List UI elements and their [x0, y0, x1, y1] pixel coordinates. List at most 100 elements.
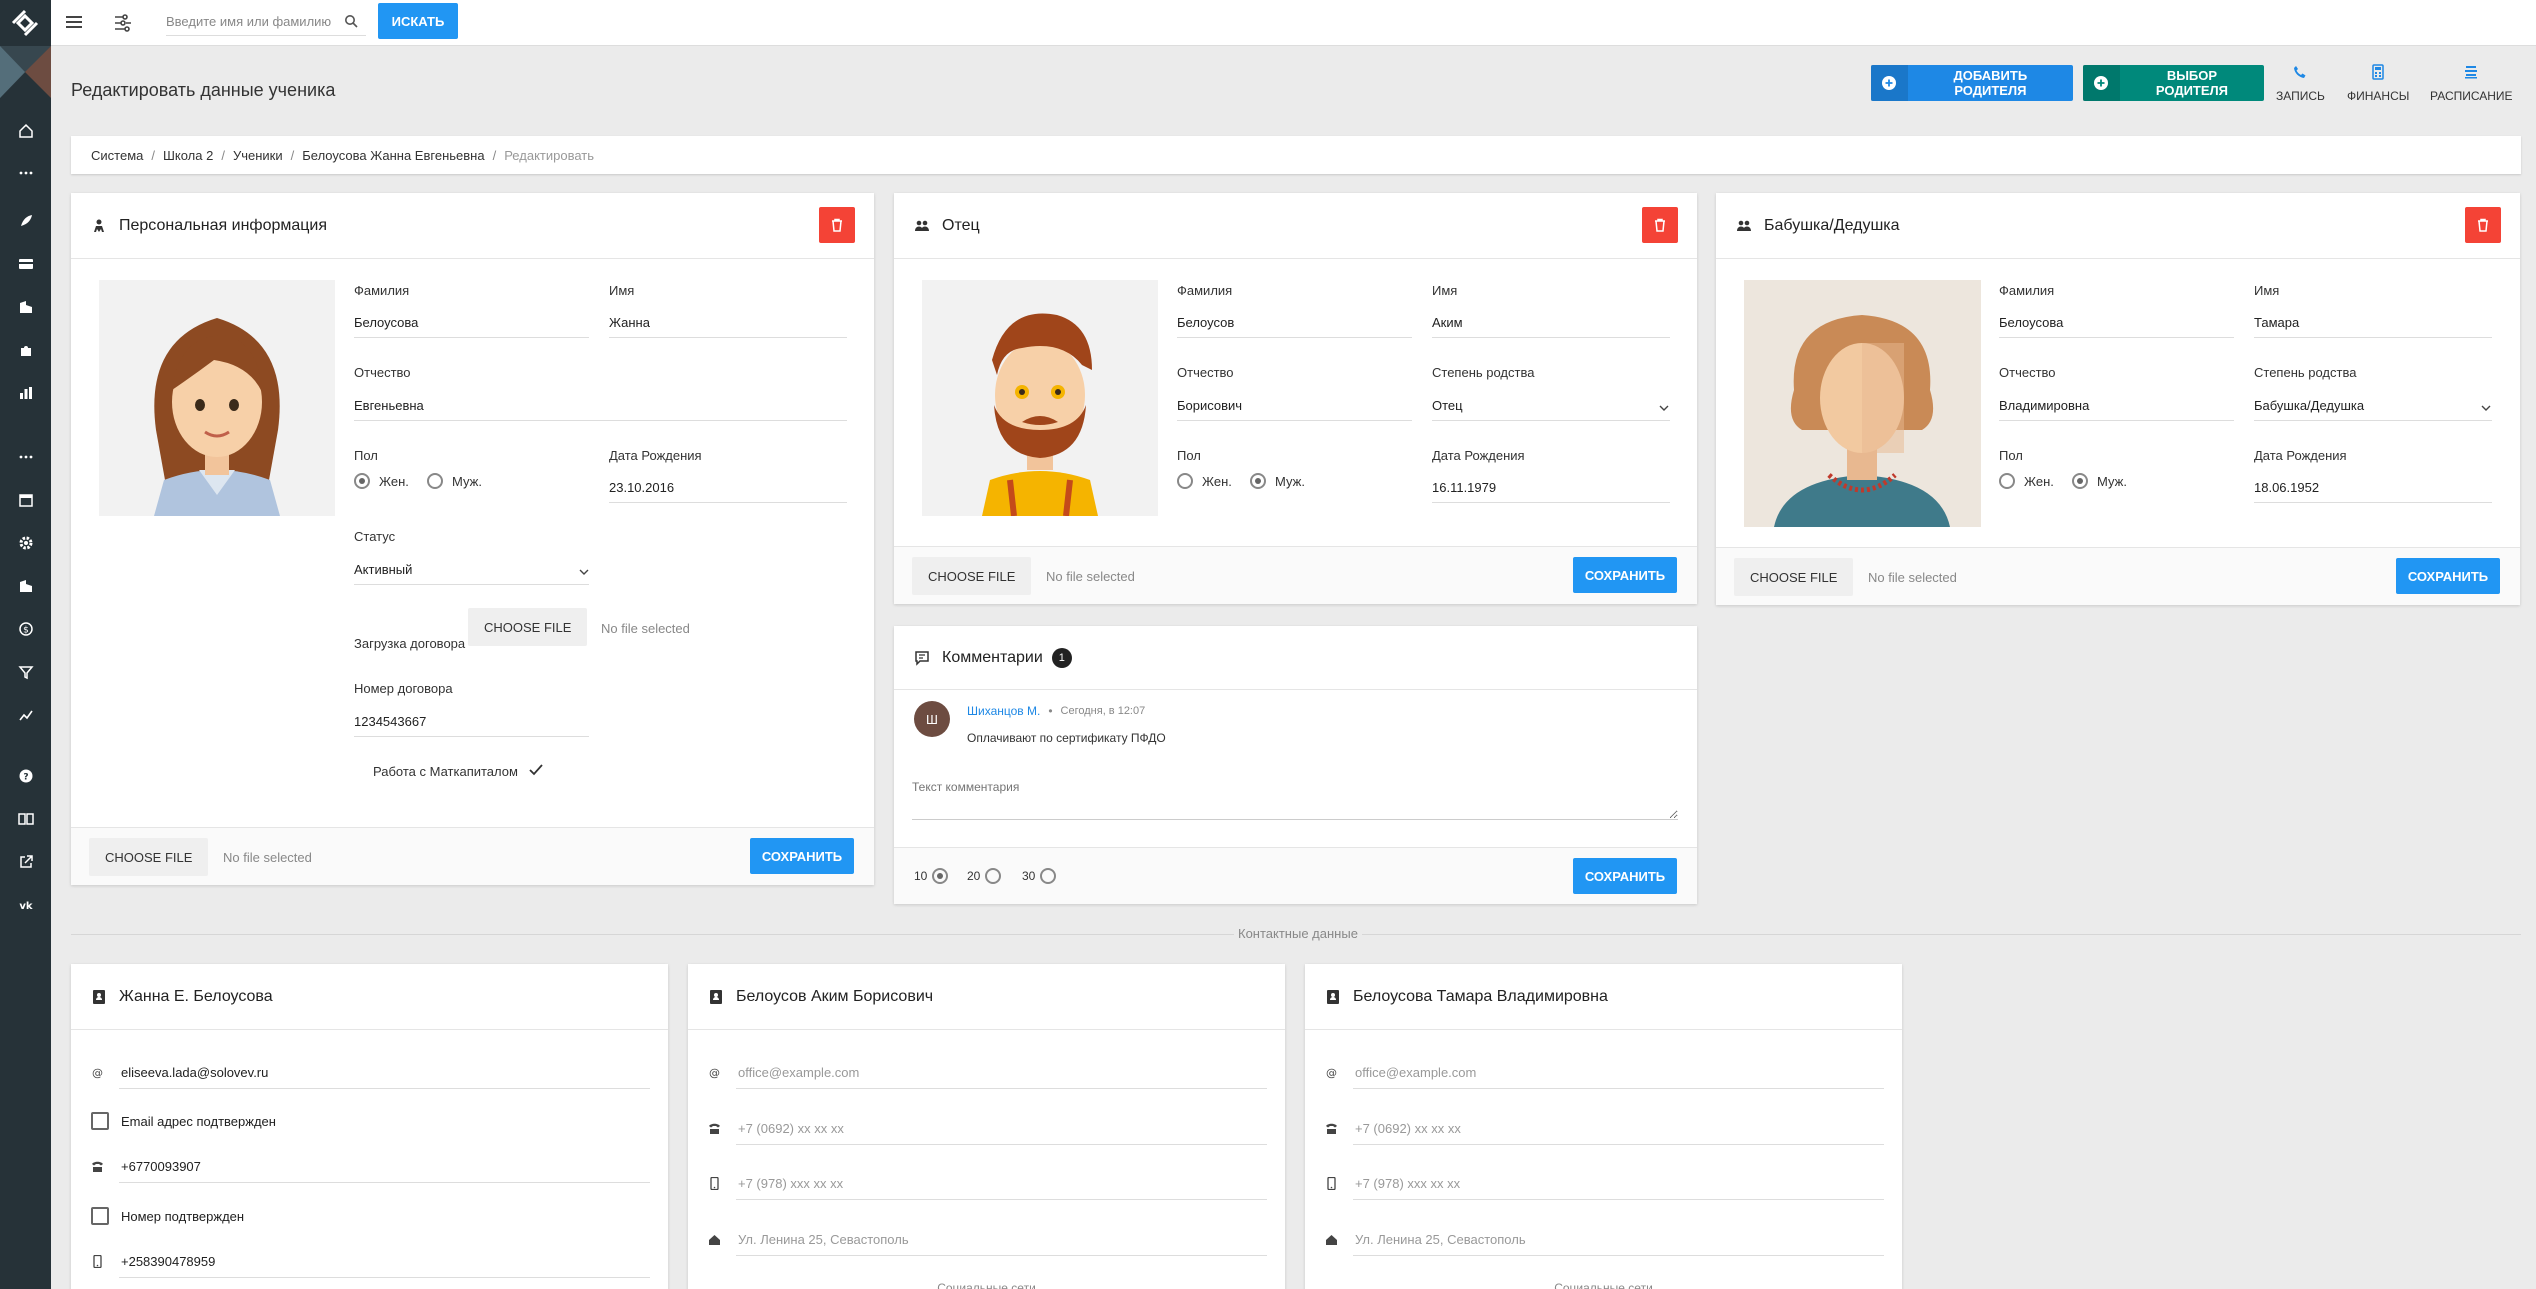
- father-surname-field[interactable]: Белоусов: [1177, 312, 1412, 338]
- grandparent-birth-field[interactable]: 18.06.1952: [2254, 477, 2492, 503]
- email-confirmed-checkbox[interactable]: Email адрес подтвержден: [91, 1112, 276, 1130]
- father-patronymic-label: Отчество: [1177, 365, 1234, 380]
- gender-label: Пол: [354, 448, 378, 463]
- sidebar-item-more[interactable]: [0, 158, 51, 188]
- father-save-button[interactable]: СОХРАНИТЬ: [1573, 557, 1677, 593]
- contract-upload-label: Загрузка договора: [354, 636, 466, 651]
- schedule-icon: [2465, 66, 2478, 79]
- svg-text:@: @: [92, 1067, 103, 1080]
- breadcrumb-school[interactable]: Школа 2: [163, 148, 213, 163]
- finance-link[interactable]: ФИНАНСЫ: [2347, 64, 2409, 103]
- personal-choose-file-button[interactable]: CHOOSE FILE: [89, 838, 209, 876]
- comment-author[interactable]: Шиханцов М.: [967, 704, 1040, 718]
- app-logo[interactable]: [0, 0, 51, 46]
- grandparent-relation-select[interactable]: Бабушка/Дедушка: [2254, 395, 2492, 421]
- father-email-placeholder: office@example.com: [738, 1065, 860, 1080]
- grandparent-choose-file-button[interactable]: CHOOSE FILE: [1734, 558, 1854, 596]
- surname-field[interactable]: Белоусова: [354, 312, 589, 338]
- breadcrumb-students[interactable]: Ученики: [233, 148, 283, 163]
- grandparent-gender-male-radio[interactable]: Муж.: [2072, 473, 2127, 489]
- breadcrumb-system[interactable]: Система: [91, 148, 143, 163]
- page-size-10[interactable]: 10: [914, 868, 957, 884]
- sidebar-item-school[interactable]: [0, 571, 51, 601]
- sidebar-item-trend[interactable]: [0, 700, 51, 730]
- search-button[interactable]: ИСКАТЬ: [378, 3, 458, 39]
- sidebar-item-buildings[interactable]: [0, 292, 51, 322]
- delete-student-button[interactable]: [819, 207, 855, 243]
- sidebar-item-vk[interactable]: vk: [0, 890, 51, 920]
- sidebar-item-feather[interactable]: [0, 206, 51, 236]
- grandparent-gender-female-radio[interactable]: Жен.: [1999, 473, 2054, 489]
- add-circle-icon: [2094, 76, 2109, 90]
- sidebar-item-book[interactable]: [0, 804, 51, 834]
- grandparent-phone-row[interactable]: +7 (0692) xx xx xx: [1325, 1121, 1461, 1136]
- sidebar-item-more-2[interactable]: [0, 442, 51, 472]
- checkmark-icon[interactable]: [528, 763, 544, 777]
- delete-grandparent-button[interactable]: [2465, 207, 2501, 243]
- comment-save-button[interactable]: СОХРАНИТЬ: [1573, 858, 1677, 894]
- sidebar-item-card[interactable]: [0, 249, 51, 279]
- choose-parent-button[interactable]: ВЫБОР РОДИТЕЛЯ: [2083, 65, 2264, 101]
- father-email-row[interactable]: @ office@example.com: [708, 1065, 859, 1080]
- father-relation-select[interactable]: Отец: [1432, 395, 1670, 421]
- grandparent-address-row[interactable]: Ул. Ленина 25, Севастополь: [1325, 1232, 1526, 1247]
- patronymic-field[interactable]: Евгеньевна: [354, 395, 847, 421]
- father-patronymic-field[interactable]: Борисович: [1177, 395, 1412, 421]
- student-mobile-row[interactable]: +258390478959: [91, 1254, 215, 1269]
- student-phone-row[interactable]: +6770093907: [91, 1159, 201, 1174]
- breadcrumb-student[interactable]: Белоусова Жанна Евгеньевна: [302, 148, 484, 163]
- grandparent-save-button[interactable]: СОХРАНИТЬ: [2396, 558, 2500, 594]
- father-phone-placeholder: +7 (0692) xx xx xx: [738, 1121, 844, 1136]
- birth-field[interactable]: 23.10.2016: [609, 477, 847, 503]
- menu-icon[interactable]: [65, 12, 83, 32]
- add-parent-button[interactable]: ДОБАВИТЬ РОДИТЕЛЯ: [1871, 65, 2073, 101]
- status-select[interactable]: Активный: [354, 559, 589, 585]
- contract-number-field[interactable]: 1234543667: [354, 711, 589, 737]
- father-birth-field[interactable]: 16.11.1979: [1432, 477, 1670, 503]
- grandparent-name-field[interactable]: Тамара: [2254, 312, 2492, 338]
- father-address-row[interactable]: Ул. Ленина 25, Севастополь: [708, 1232, 909, 1247]
- delete-father-button[interactable]: [1642, 207, 1678, 243]
- search-input[interactable]: [166, 8, 366, 36]
- phone-confirmed-checkbox[interactable]: Номер подтвержден: [91, 1207, 244, 1225]
- chevron-down-icon: [579, 569, 589, 575]
- schedule-link[interactable]: РАСПИСАНИЕ: [2430, 64, 2513, 103]
- grandparent-surname-field[interactable]: Белоусова: [1999, 312, 2234, 338]
- father-gender-female-radio[interactable]: Жен.: [1177, 473, 1232, 489]
- father-choose-file-button[interactable]: CHOOSE FILE: [912, 557, 1032, 595]
- grandparent-mobile-row[interactable]: +7 (978) xxx xx xx: [1325, 1176, 1460, 1191]
- grandparent-patronymic-label: Отчество: [1999, 365, 2056, 380]
- gender-female-radio[interactable]: Жен.: [354, 473, 409, 489]
- gender-male-radio[interactable]: Муж.: [427, 473, 482, 489]
- filter-settings-icon[interactable]: [112, 12, 134, 34]
- sidebar-item-stats[interactable]: [0, 378, 51, 408]
- radio-selected-icon: [932, 868, 949, 884]
- enroll-link[interactable]: ЗАПИСЬ: [2276, 64, 2325, 103]
- father-birth-label: Дата Рождения: [1432, 448, 1525, 463]
- name-field[interactable]: Жанна: [609, 312, 847, 338]
- personal-save-button[interactable]: СОХРАНИТЬ: [750, 838, 854, 874]
- page-size-20[interactable]: 20: [967, 868, 1010, 884]
- search-icon[interactable]: [344, 14, 358, 28]
- contract-choose-file-button[interactable]: CHOOSE FILE: [468, 608, 588, 646]
- father-mobile-row[interactable]: +7 (978) xxx xx xx: [708, 1176, 843, 1191]
- sidebar-item-filter[interactable]: [0, 657, 51, 687]
- external-link-icon: [19, 855, 33, 868]
- father-gender-male-radio[interactable]: Муж.: [1250, 473, 1305, 489]
- student-email-row[interactable]: @ eliseeva.lada@solovev.ru: [91, 1065, 268, 1080]
- comment-textarea[interactable]: [912, 780, 1678, 820]
- father-phone-row[interactable]: +7 (0692) xx xx xx: [708, 1121, 844, 1136]
- sidebar-item-finance[interactable]: $: [0, 614, 51, 644]
- sidebar-item-calendar[interactable]: [0, 485, 51, 515]
- page-size-30[interactable]: 30: [1022, 868, 1065, 884]
- sidebar-item-puzzle[interactable]: [0, 335, 51, 365]
- grandparent-email-row[interactable]: @ office@example.com: [1325, 1065, 1476, 1080]
- finance-link-label: ФИНАНСЫ: [2347, 89, 2410, 103]
- sidebar-item-settings[interactable]: [0, 528, 51, 558]
- grandparent-patronymic-field[interactable]: Владимировна: [1999, 395, 2234, 421]
- field-underline: [736, 1144, 1267, 1145]
- father-name-field[interactable]: Аким: [1432, 312, 1670, 338]
- sidebar-item-help[interactable]: ?: [0, 761, 51, 791]
- sidebar-item-external[interactable]: [0, 847, 51, 877]
- sidebar-item-home[interactable]: [0, 116, 51, 146]
